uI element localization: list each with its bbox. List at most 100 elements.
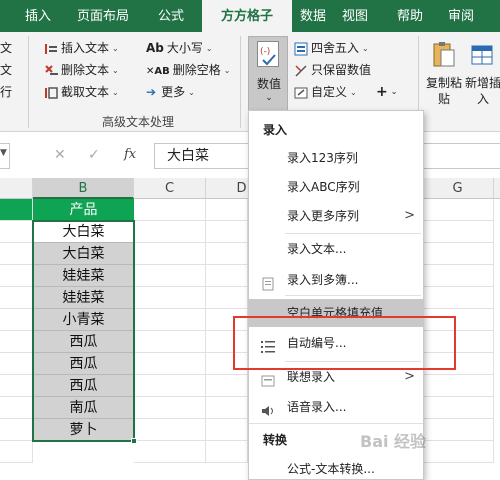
menu-item-abc-sequence[interactable]: 录入ABC序列 xyxy=(249,173,423,201)
tab-formulas[interactable]: 公式 xyxy=(158,0,184,32)
extract-text-button[interactable]: 截取文本 ⌄ xyxy=(44,82,119,102)
table-cell[interactable]: 萝卜 xyxy=(33,419,134,441)
cell-g11[interactable] xyxy=(424,419,494,441)
copy-paste-button[interactable]: 复制粘 贴 xyxy=(424,36,464,112)
cell-g3[interactable] xyxy=(424,243,494,265)
cell-a1[interactable] xyxy=(0,199,33,221)
chevron-down-icon: ⌄ xyxy=(223,65,231,75)
cell-g12[interactable] xyxy=(424,441,494,463)
tab-data[interactable]: 数据 xyxy=(300,0,326,32)
table-cell[interactable]: 西瓜 xyxy=(33,375,134,397)
column-header-c[interactable]: C xyxy=(134,178,206,199)
cell-d12[interactable] xyxy=(206,441,248,463)
menu-item-voice-input[interactable]: 语音录入... xyxy=(249,393,423,421)
ribbon-left-item-1[interactable]: 文 xyxy=(0,38,12,58)
table-cell[interactable]: 西瓜 xyxy=(33,353,134,375)
cell-a9[interactable] xyxy=(0,375,33,397)
cell-b-header[interactable]: 产品 xyxy=(33,199,134,221)
cell-g4[interactable] xyxy=(424,265,494,287)
ribbon-left-item-2[interactable]: 文 xyxy=(0,60,12,80)
delete-space-button[interactable]: ✕AB 删除空格 ⌄ xyxy=(146,60,230,80)
tab-help[interactable]: 帮助 xyxy=(397,0,423,32)
tab-view[interactable]: 视图 xyxy=(342,0,368,32)
plus-button[interactable]: + ⌄ xyxy=(376,82,397,102)
cell-d4[interactable] xyxy=(206,265,248,287)
cell-a4[interactable] xyxy=(0,265,33,287)
cell-g9[interactable] xyxy=(424,375,494,397)
confirm-icon[interactable]: ✓ xyxy=(88,147,100,163)
cell-a2[interactable] xyxy=(0,221,33,243)
ribbon-left-item-3[interactable]: 行 xyxy=(0,82,12,102)
table-cell[interactable]: 娃娃菜 xyxy=(33,265,134,287)
fill-handle[interactable] xyxy=(131,438,137,444)
cell-g5[interactable] xyxy=(424,287,494,309)
cell-a7[interactable] xyxy=(0,331,33,353)
tab-insert[interactable]: 插入 xyxy=(25,0,51,32)
menu-item-formula-text-convert[interactable]: 公式-文本转换... xyxy=(249,455,423,480)
cell-d9[interactable] xyxy=(206,375,248,397)
table-cell[interactable]: 小青菜 xyxy=(33,309,134,331)
arrow-right-icon: ➔ xyxy=(146,85,157,99)
speaker-icon xyxy=(261,400,275,416)
menu-item-input-multi-book[interactable]: 录入到多簿... xyxy=(249,266,423,294)
cell-c1[interactable] xyxy=(134,199,206,221)
more-button[interactable]: ➔ 更多 ⌄ xyxy=(146,82,195,102)
tab-fangfang[interactable]: 方方格子 xyxy=(202,0,292,32)
table-cell[interactable]: 大白菜 xyxy=(33,243,134,265)
fx-icon[interactable]: fx xyxy=(124,147,136,162)
cell-d3[interactable] xyxy=(206,243,248,265)
cell-a12[interactable] xyxy=(0,441,33,463)
custom-button[interactable]: 自定义 ⌄ xyxy=(294,82,357,102)
cell-a3[interactable] xyxy=(0,243,33,265)
cell-c9[interactable] xyxy=(134,375,206,397)
cell-c8[interactable] xyxy=(134,353,206,375)
cell-c3[interactable] xyxy=(134,243,206,265)
column-header-a[interactable] xyxy=(0,178,33,199)
table-cell[interactable]: 娃娃菜 xyxy=(33,287,134,309)
name-box[interactable]: ▼ xyxy=(0,143,10,169)
cell-c12[interactable] xyxy=(134,441,206,463)
cell-c5[interactable] xyxy=(134,287,206,309)
cell-g2[interactable] xyxy=(424,221,494,243)
new-insert-button[interactable]: 新增插 入 xyxy=(464,36,500,112)
menu-item-123-sequence[interactable]: 录入123序列 xyxy=(249,144,423,172)
column-header-h[interactable] xyxy=(494,178,500,199)
cell-d10[interactable] xyxy=(206,397,248,419)
round-button[interactable]: 四舍五入 ⌄ xyxy=(294,38,369,58)
ribbon-tabs: 插入 页面布局 公式 方方格子 数据 视图 帮助 审阅 xyxy=(0,0,500,32)
delete-text-button[interactable]: 删除文本 ⌄ xyxy=(44,60,119,80)
cell-a10[interactable] xyxy=(0,397,33,419)
cell-g1[interactable] xyxy=(424,199,494,221)
cell-c7[interactable] xyxy=(134,331,206,353)
cell-c11[interactable] xyxy=(134,419,206,441)
number-value-button[interactable]: (-) 数值 ⌄ xyxy=(248,36,288,112)
menu-item-input-text[interactable]: 录入文本... xyxy=(249,235,423,263)
tab-page-layout[interactable]: 页面布局 xyxy=(77,0,129,32)
cell-d11[interactable] xyxy=(206,419,248,441)
cell-a6[interactable] xyxy=(0,309,33,331)
cell-d1[interactable] xyxy=(206,199,248,221)
cell-c4[interactable] xyxy=(134,265,206,287)
cell-c2[interactable] xyxy=(134,221,206,243)
column-header-b[interactable]: B xyxy=(33,178,134,199)
upper-lower-button[interactable]: Ab 大小写 ⌄ xyxy=(146,38,213,58)
table-cell[interactable]: 西瓜 xyxy=(33,331,134,353)
cell-c6[interactable] xyxy=(134,309,206,331)
keep-values-button[interactable]: 只保留数值 xyxy=(294,60,371,80)
cell-a8[interactable] xyxy=(0,353,33,375)
cell-d2[interactable] xyxy=(206,221,248,243)
insert-text-button[interactable]: 插入文本 ⌄ xyxy=(44,38,119,58)
cell-a5[interactable] xyxy=(0,287,33,309)
cell-g10[interactable] xyxy=(424,397,494,419)
cell-a11[interactable] xyxy=(0,419,33,441)
cell-d5[interactable] xyxy=(206,287,248,309)
column-header-g[interactable]: G xyxy=(422,178,494,199)
cell-b-active[interactable]: 大白菜 xyxy=(33,221,134,243)
number-value-label: 数值 xyxy=(256,77,281,91)
number-value-icon: (-) xyxy=(257,41,279,67)
cancel-icon[interactable]: ✕ xyxy=(54,147,66,163)
tab-review[interactable]: 审阅 xyxy=(448,0,474,32)
cell-c10[interactable] xyxy=(134,397,206,419)
table-cell[interactable]: 南瓜 xyxy=(33,397,134,419)
menu-item-more-sequence[interactable]: 录入更多序列 > xyxy=(249,202,423,230)
